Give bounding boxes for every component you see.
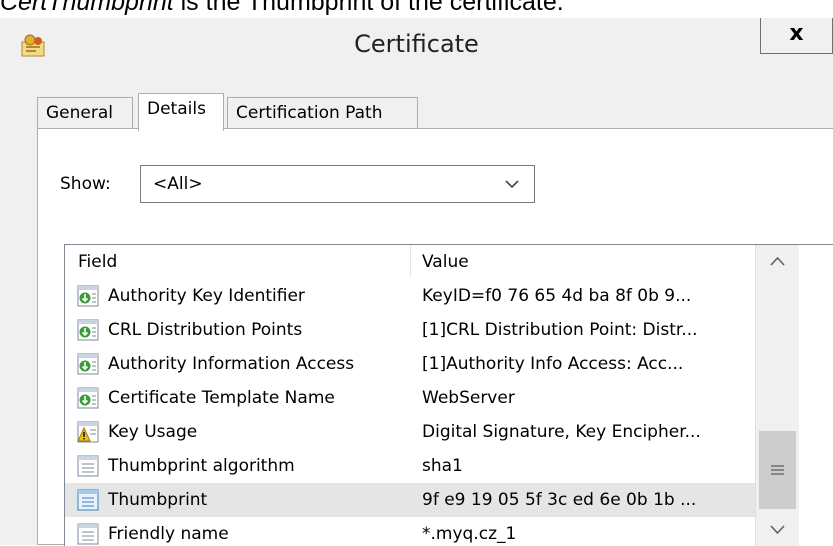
row-value: WebServer [422,388,515,408]
tab-general[interactable]: General [37,97,133,129]
row-field: Authority Key Identifier [108,286,305,306]
caption-italic: CertThumbprint [0,0,174,16]
list-row[interactable]: Friendly name *.myq.cz_1 [65,517,755,546]
close-button[interactable]: x [760,18,833,54]
grip-icon [771,465,784,475]
row-field: Thumbprint algorithm [108,456,295,476]
chevron-down-icon [505,180,519,189]
window-title: Certificate [354,30,479,58]
row-field: Certificate Template Name [108,388,335,408]
tab-certification-path[interactable]: Certification Path [227,97,418,129]
extension-icon [77,353,99,375]
list-row-selected[interactable]: Thumbprint 9f e9 19 05 5f 3c ed 6e 0b 1b… [65,483,755,517]
row-value: Digital Signature, Key Encipher... [422,422,701,442]
row-field: Authority Information Access [108,354,355,374]
list-row[interactable]: CRL Distribution Points [1]CRL Distribut… [65,313,755,347]
extension-icon [77,319,99,341]
row-field: Key Usage [108,422,198,442]
show-dropdown[interactable]: <All> [140,165,535,203]
row-value: *.myq.cz_1 [422,524,517,544]
scroll-up-arrow-icon[interactable] [756,245,799,279]
details-panel: Show: <All> Field Value Authority Key Id… [37,128,833,546]
vertical-scrollbar[interactable] [755,245,799,546]
show-dropdown-value: <All> [153,174,203,194]
show-label: Show: [60,174,111,194]
list-row[interactable]: Authority Key Identifier KeyID=f0 76 65 … [65,279,755,313]
row-value: [1]CRL Distribution Point: Distr... [422,320,698,340]
tab-details[interactable]: Details [138,93,224,131]
certificate-dialog: Certificate x General Details Certificat… [0,18,833,546]
scrollbar-thumb[interactable] [759,431,796,509]
scroll-down-arrow-icon[interactable] [756,513,799,546]
list-row[interactable]: Key Usage Digital Signature, Key Enciphe… [65,415,755,449]
list-rows: Authority Key Identifier KeyID=f0 76 65 … [65,279,755,546]
column-divider[interactable] [410,245,411,277]
list-header: Field Value [65,245,755,279]
critical-extension-icon [77,421,99,443]
row-value: 9f e9 19 05 5f 3c ed 6e 0b 1b ... [422,490,697,510]
column-header-field[interactable]: Field [78,251,117,273]
row-field: Friendly name [108,524,229,544]
caption-rest: is the Thumbprint of the certificate. [173,0,564,16]
fields-listview[interactable]: Field Value Authority Key Identifier Key… [64,244,833,546]
caption-text: CertThumbprint is the Thumbprint of the … [0,0,833,20]
list-row[interactable]: Authority Information Access [1]Authorit… [65,347,755,381]
title-bar: Certificate x [0,18,833,70]
property-icon [77,489,99,511]
row-field: CRL Distribution Points [108,320,303,340]
row-value: [1]Authority Info Access: Acc... [422,354,684,374]
row-field: Thumbprint [108,490,208,510]
row-value: sha1 [422,456,463,476]
list-row[interactable]: Certificate Template Name WebServer [65,381,755,415]
property-icon [77,523,99,545]
property-icon [77,455,99,477]
extension-icon [77,285,99,307]
row-value: KeyID=f0 76 65 4d ba 8f 0b 9... [422,286,692,306]
extension-icon [77,387,99,409]
column-header-value[interactable]: Value [422,251,469,273]
list-row[interactable]: Thumbprint algorithm sha1 [65,449,755,483]
